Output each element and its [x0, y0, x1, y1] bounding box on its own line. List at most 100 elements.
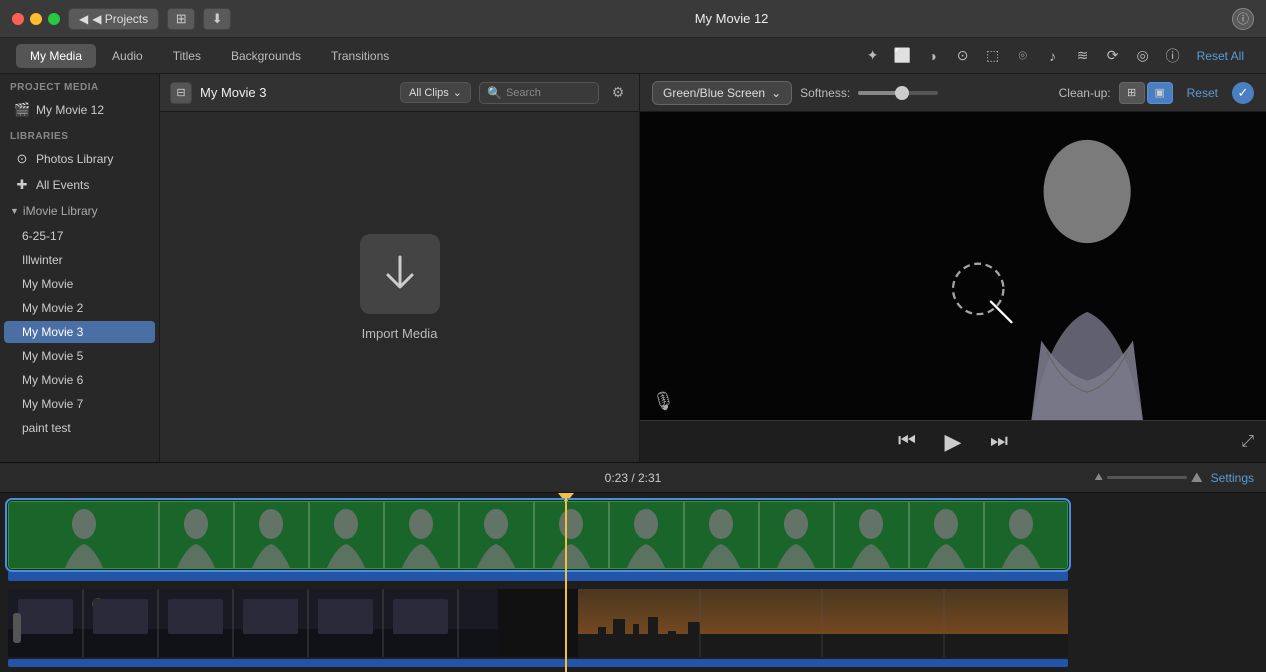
info-icon[interactable]: ⓘ [1161, 44, 1185, 68]
sidebar-item-label: iMovie Library [23, 204, 98, 218]
film-icon: 🎬 [14, 102, 30, 118]
tab-backgrounds[interactable]: Backgrounds [217, 44, 315, 68]
media-browser: ⊟ My Movie 3 All Clips ⌄ 🔍 ⚙ Import Medi… [160, 74, 640, 462]
tab-my-media[interactable]: My Media [16, 44, 96, 68]
track-container [0, 501, 1266, 667]
titlebar: ◀ ◀ Projects ⊞ ⬇ My Movie 12 ⓘ [0, 0, 1266, 38]
color-wheel-icon[interactable]: ⊙ [951, 44, 975, 68]
softness-label: Softness: [800, 86, 850, 100]
sidebar-item-label: My Movie 6 [22, 373, 83, 387]
timeline-content[interactable] [0, 493, 1266, 672]
sidebar-item-my-movie-7[interactable]: My Movie 7 [4, 393, 155, 415]
sidebar-item-my-movie[interactable]: My Movie [4, 273, 155, 295]
projects-button[interactable]: ◀ ◀ Projects [68, 8, 159, 30]
sidebar-item-photos-library[interactable]: ⊙ Photos Library [4, 147, 155, 171]
magic-wand-icon[interactable]: ✦ [861, 44, 885, 68]
cleanup-fill-button[interactable]: ▣ [1147, 82, 1173, 104]
camera-icon[interactable]: ⌾ [1011, 44, 1035, 68]
titlebar-right: ⓘ [1232, 8, 1254, 30]
media-toolbar: ⊟ My Movie 3 All Clips ⌄ 🔍 ⚙ [160, 74, 639, 112]
sidebar-item-my-movie-12[interactable]: 🎬 My Movie 12 [4, 98, 155, 122]
tab-transitions[interactable]: Transitions [317, 44, 403, 68]
sidebar-item-my-movie-3[interactable]: My Movie 3 [4, 321, 155, 343]
minimize-button[interactable] [30, 13, 42, 25]
tab-titles[interactable]: Titles [159, 44, 215, 68]
import-label: Import Media [362, 326, 438, 341]
playhead-line [565, 493, 567, 672]
info-button[interactable]: ⓘ [1232, 8, 1254, 30]
crop2-icon[interactable]: ⬚ [981, 44, 1005, 68]
play-button[interactable]: ▶ [939, 428, 967, 456]
expand-button[interactable]: ⤢ [1241, 433, 1254, 451]
video-filmstrip [9, 502, 1067, 569]
fullscreen-button[interactable] [48, 13, 60, 25]
audio-track-bar [8, 571, 1068, 581]
confirm-button[interactable]: ✓ [1232, 82, 1254, 104]
media-content: Import Media [160, 112, 639, 462]
sidebar-item-label: My Movie 7 [22, 397, 83, 411]
softness-slider[interactable] [858, 91, 938, 95]
close-button[interactable] [12, 13, 24, 25]
scroll-handle[interactable] [13, 613, 21, 643]
sidebar-item-label: All Events [36, 178, 89, 192]
video-track-wrapper [8, 501, 1258, 581]
skip-forward-button[interactable]: ⏭ [985, 428, 1013, 456]
effect-select[interactable]: Green/Blue Screen ⌄ [652, 81, 792, 105]
search-box: 🔍 [479, 82, 599, 104]
reset-all-button[interactable]: Reset All [1191, 46, 1250, 66]
settings-gear-button[interactable]: ⚙ [607, 82, 629, 104]
import-media-button[interactable]: Import Media [360, 234, 440, 341]
sidebar-item-label: My Movie 2 [22, 301, 83, 315]
effect-label: Green/Blue Screen [663, 86, 765, 100]
download-button[interactable]: ⬇ [203, 8, 231, 30]
softness-thumb[interactable] [895, 86, 909, 100]
audio-icon[interactable]: ♪ [1041, 44, 1065, 68]
projects-label: ◀ Projects [92, 12, 148, 26]
eq-icon[interactable]: ≋ [1071, 44, 1095, 68]
chevron-left-icon: ◀ [79, 12, 88, 26]
sidebar-item-label: My Movie 3 [22, 325, 83, 339]
microphone-button[interactable]: 🎙 [652, 391, 675, 412]
media-browser-title: My Movie 3 [200, 85, 266, 100]
crop-icon[interactable]: ⬜ [891, 44, 915, 68]
time-display: 0:23 / 2:31 [605, 471, 662, 485]
broll-audio-bar [8, 659, 1068, 667]
main-video-track[interactable] [8, 501, 1068, 569]
zoom-mountain-large-icon: ⛰ [1191, 469, 1203, 486]
sidebar: PROJECT MEDIA 🎬 My Movie 12 LIBRARIES ⊙ … [0, 74, 160, 462]
all-clips-select[interactable]: All Clips ⌄ [400, 82, 471, 103]
broll-clip-2 [578, 589, 1068, 657]
color-correct-icon[interactable]: ◑ [921, 44, 945, 68]
speed-icon[interactable]: ⟳ [1101, 44, 1125, 68]
sidebar-item-my-movie-5[interactable]: My Movie 5 [4, 345, 155, 367]
sidebar-item-my-movie-2[interactable]: My Movie 2 [4, 297, 155, 319]
zoom-mountain-icon: ⛰ [1094, 472, 1102, 483]
sidebar-item-label: Photos Library [36, 152, 113, 166]
libraries-label: LIBRARIES [0, 123, 159, 146]
reset-button[interactable]: Reset [1181, 83, 1224, 103]
sidebar-item-my-movie-6[interactable]: My Movie 6 [4, 369, 155, 391]
noise-icon[interactable]: ◎ [1131, 44, 1155, 68]
sidebar-item-imovie-library[interactable]: ▼ iMovie Library [4, 200, 155, 222]
chevron-down-icon: ▼ [10, 206, 19, 216]
settings-label[interactable]: Settings [1211, 471, 1254, 485]
sidebar-item-label: paint test [22, 421, 71, 435]
skip-back-button[interactable]: ⏮ [893, 428, 921, 456]
sidebar-item-paint-test[interactable]: paint test [4, 417, 155, 439]
preview-controls: ⏮ ▶ ⏭ ⤢ [640, 420, 1266, 462]
sidebar-item-all-events[interactable]: ✚ All Events [4, 173, 155, 197]
grid-view-button[interactable]: ⊞ [167, 8, 195, 30]
search-input[interactable] [506, 87, 586, 99]
zoom-slider[interactable] [1107, 476, 1187, 479]
preview-toolbar: Green/Blue Screen ⌄ Softness: Clean-up: … [640, 74, 1266, 112]
window-title: My Movie 12 [695, 11, 769, 26]
timeline-settings: ⛰ ⛰ Settings [1094, 469, 1254, 486]
cleanup-grid-button[interactable]: ⊞ [1119, 82, 1145, 104]
broll-track[interactable] [8, 589, 1068, 657]
titlebar-left: ◀ ◀ Projects ⊞ ⬇ [12, 8, 231, 30]
sidebar-item-label: My Movie [22, 277, 73, 291]
sidebar-item-6-25-17[interactable]: 6-25-17 [4, 225, 155, 247]
sidebar-toggle-button[interactable]: ⊟ [170, 82, 192, 104]
tab-audio[interactable]: Audio [98, 44, 157, 68]
sidebar-item-illwinter[interactable]: Illwinter [4, 249, 155, 271]
